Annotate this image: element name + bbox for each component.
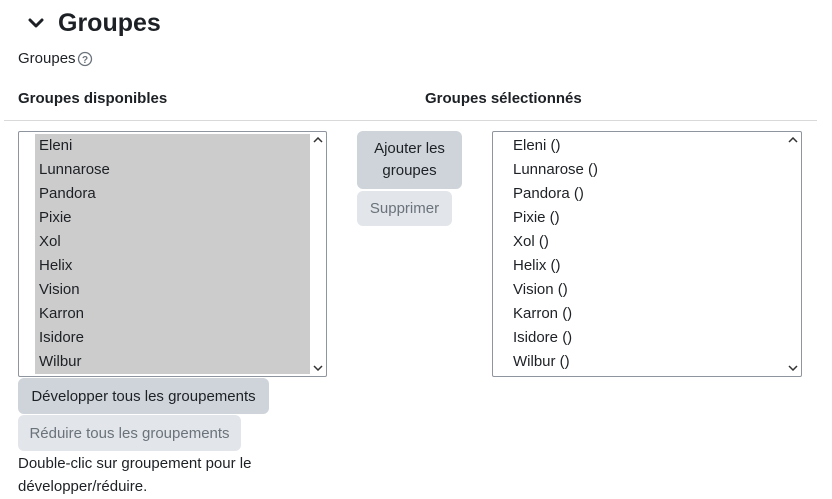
- list-option[interactable]: Vision (): [509, 278, 784, 302]
- list-option[interactable]: Wilbur (): [509, 350, 784, 374]
- list-option[interactable]: Lunnarose (): [509, 158, 784, 182]
- list-option[interactable]: Isidore (): [509, 326, 784, 350]
- list-option[interactable]: Eleni: [35, 134, 310, 158]
- list-option[interactable]: Eleni (): [509, 134, 784, 158]
- chevron-down-icon[interactable]: [24, 11, 48, 35]
- available-groups-listbox[interactable]: Eleni Lunnarose Pandora Pixie Xol Helix Vision…: [18, 131, 327, 377]
- list-option[interactable]: Helix (): [509, 254, 784, 278]
- field-label: Groupes: [18, 50, 76, 67]
- list-option[interactable]: Xol (): [509, 230, 784, 254]
- section-header[interactable]: Groupes: [24, 6, 161, 40]
- list-option[interactable]: Karron (): [509, 302, 784, 326]
- remove-button[interactable]: Supprimer: [357, 191, 452, 226]
- svg-text:?: ?: [81, 55, 87, 66]
- list-option[interactable]: Pandora (): [509, 182, 784, 206]
- list-option[interactable]: Pixie: [35, 206, 310, 230]
- list-option[interactable]: Isidore: [35, 326, 310, 350]
- divider: [4, 120, 817, 121]
- list-option[interactable]: Vision: [35, 278, 310, 302]
- help-icon[interactable]: ?: [77, 51, 93, 67]
- expand-all-button[interactable]: Développer tous les groupements: [18, 378, 269, 414]
- list-option[interactable]: Helix: [35, 254, 310, 278]
- section-title: Groupes: [58, 8, 161, 37]
- field-label-row: Groupes ?: [18, 50, 93, 67]
- scrollbar[interactable]: [785, 132, 801, 376]
- scroll-up-icon[interactable]: [788, 135, 798, 145]
- scroll-up-icon[interactable]: [313, 135, 323, 145]
- scroll-down-icon[interactable]: [313, 363, 323, 373]
- selected-options: Eleni () Lunnarose () Pandora () Pixie () Xo…: [509, 134, 784, 374]
- list-option[interactable]: Pixie (): [509, 206, 784, 230]
- hint-text: Double-clic sur groupement pour le dével…: [18, 455, 252, 495]
- list-option[interactable]: Lunnarose: [35, 158, 310, 182]
- add-groups-button[interactable]: Ajouter les groupes: [357, 131, 462, 189]
- list-option[interactable]: Karron: [35, 302, 310, 326]
- list-option[interactable]: Pandora: [35, 182, 310, 206]
- selected-groups-listbox[interactable]: Eleni () Lunnarose () Pandora () Pixie () Xo…: [492, 131, 802, 377]
- list-option[interactable]: Wilbur: [35, 350, 310, 374]
- selected-heading: Groupes sélectionnés: [425, 90, 582, 107]
- available-heading: Groupes disponibles: [18, 90, 168, 107]
- collapse-all-button[interactable]: Réduire tous les groupements: [18, 415, 241, 451]
- scrollbar[interactable]: [310, 132, 326, 376]
- scroll-down-icon[interactable]: [788, 363, 798, 373]
- list-option[interactable]: Xol: [35, 230, 310, 254]
- available-options: Eleni Lunnarose Pandora Pixie Xol Helix Vision…: [35, 134, 310, 374]
